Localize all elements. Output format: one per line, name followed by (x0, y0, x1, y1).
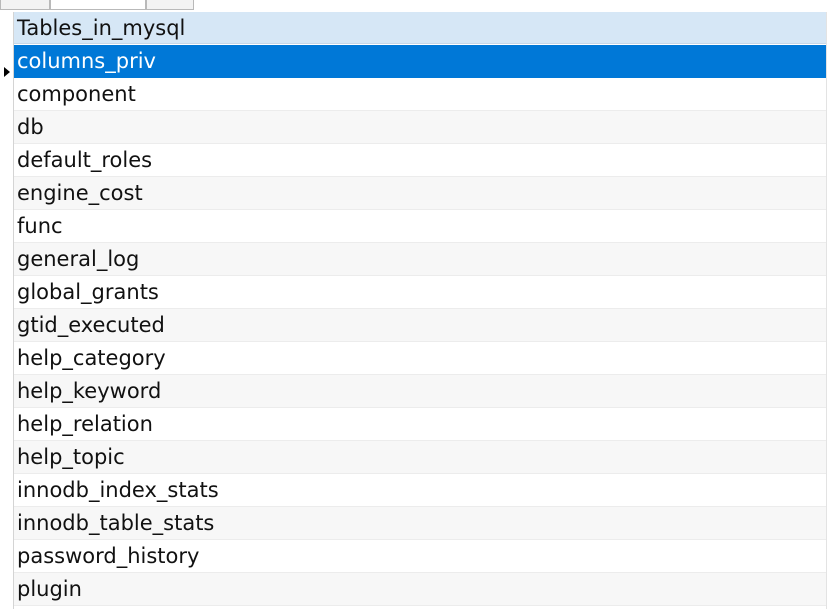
table-row[interactable]: help_category (14, 342, 826, 375)
table-row[interactable]: help_keyword (14, 375, 826, 408)
table-row[interactable]: gtid_executed (14, 309, 826, 342)
table-row[interactable]: plugin (14, 573, 826, 606)
tab-result-1[interactable] (50, 0, 146, 10)
column-header-tables-in-mysql[interactable]: Tables_in_mysql (14, 12, 826, 44)
table-row[interactable]: default_roles (14, 144, 826, 177)
grid-scroll-edge[interactable] (826, 12, 836, 609)
table-row[interactable]: help_relation (14, 408, 826, 441)
table-row[interactable]: db (14, 111, 826, 144)
table-row[interactable]: global_grants (14, 276, 826, 309)
tab-info[interactable] (0, 0, 50, 10)
row-selector-gutter[interactable] (0, 12, 14, 609)
current-row-arrow-icon (4, 67, 10, 77)
grid-rows: columns_priv component db default_roles … (14, 45, 826, 606)
table-row[interactable]: innodb_table_stats (14, 507, 826, 540)
table-row[interactable]: engine_cost (14, 177, 826, 210)
tab-profile[interactable] (146, 0, 194, 10)
table-row[interactable]: columns_priv (14, 45, 826, 78)
table-row[interactable]: password_history (14, 540, 826, 573)
table-row[interactable]: component (14, 78, 826, 111)
table-row[interactable]: innodb_index_stats (14, 474, 826, 507)
table-row[interactable]: general_log (14, 243, 826, 276)
table-row[interactable]: help_topic (14, 441, 826, 474)
table-row[interactable]: func (14, 210, 826, 243)
